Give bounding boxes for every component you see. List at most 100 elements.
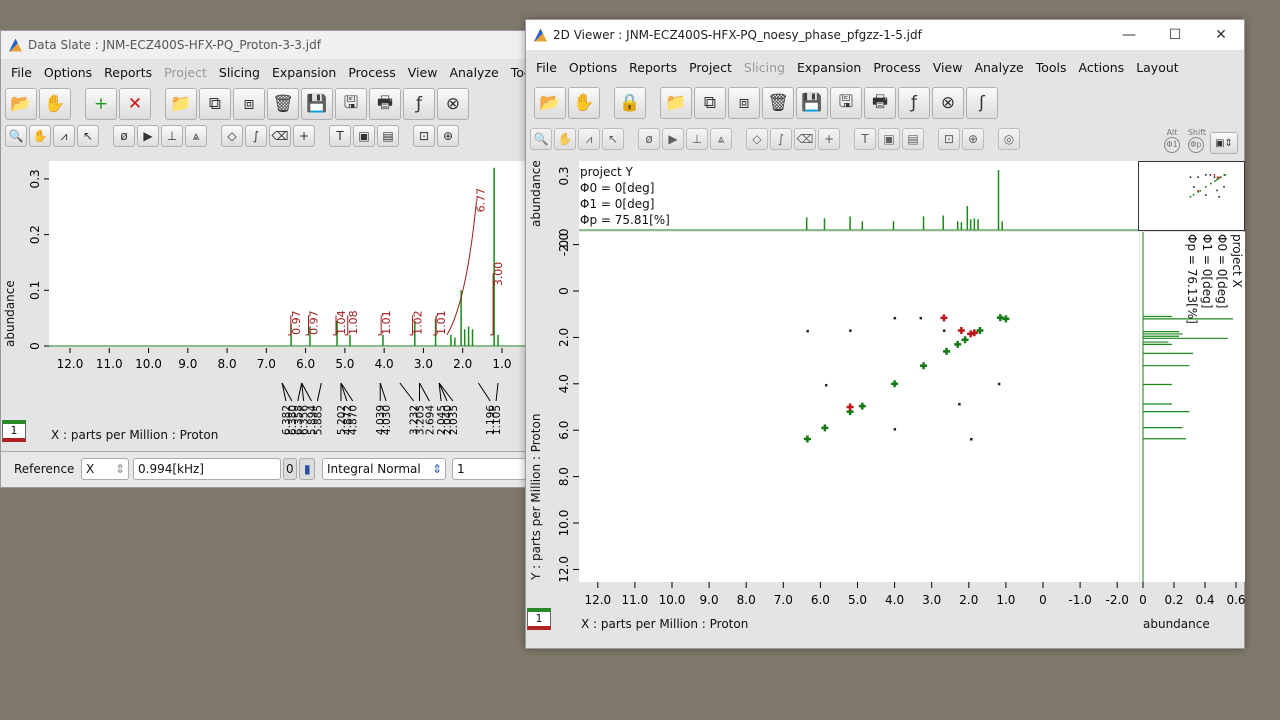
side-x-tick-label: 0.6 (1226, 593, 1245, 607)
side-x-axis-label: abundance (1143, 617, 1210, 631)
thumbnail-peak (1197, 176, 1199, 178)
cross-peak (891, 380, 899, 388)
cross-peak (920, 362, 928, 370)
y-tick-label: 0.3 (28, 169, 42, 188)
integral-label: 1.01 (380, 310, 393, 335)
thumbnail-peak (1189, 195, 1192, 198)
info-line: Φ0 = 0[deg] (580, 181, 655, 195)
multiplet-line (379, 382, 387, 402)
thumbnail-peak (1213, 174, 1216, 176)
x-tick-label: 6.0 (296, 357, 315, 371)
integral-label: 0.97 (290, 310, 303, 335)
x-tick-label: 8.0 (218, 357, 237, 371)
2d-viewer-window: 2D Viewer : JNM-ECZ400S-HFX-PQ_noesy_pha… (525, 19, 1246, 649)
thumbnail-peak (1197, 190, 1199, 192)
thumbnail-peak (1192, 193, 1195, 196)
integral-label: 1.01 (435, 310, 448, 335)
top-y-axis-label: abundance (529, 160, 543, 227)
y-tick-label: 0 (557, 287, 571, 295)
reference-label: Reference (14, 462, 75, 476)
cross-peak (849, 329, 852, 332)
x-tick-label: 7.0 (257, 357, 276, 371)
cross-peak (958, 402, 961, 406)
cross-peak (858, 402, 866, 410)
multiplet-line (340, 382, 354, 402)
integral-label: 1.08 (347, 310, 360, 335)
multiplet-line (419, 382, 430, 402)
peak-label: 2.694 (424, 405, 436, 435)
cross-peak (942, 329, 946, 332)
integral-value-input[interactable]: 1 (452, 458, 532, 480)
y-tick-label: 0.2 (28, 225, 42, 244)
x-tick-label: 9.0 (178, 357, 197, 371)
thumbnail-peak (1205, 194, 1207, 196)
slot-indicator[interactable]: 1 (527, 608, 551, 630)
thumbnail-peak (1216, 176, 1219, 178)
data-slate-window: Data Slate : JNM-ECZ400S-HFX-PQ_Proton-3… (0, 30, 599, 488)
cross-peak (803, 435, 811, 443)
info-line: Φp = 75.81[%] (580, 213, 670, 227)
spectrum-svg: 12.0 11.0 10.0 9.0 8.0 7.0 6.0 5.0 4.0 3.0 2.0 1.0 0… (28, 167, 526, 435)
cross-peak (970, 438, 973, 441)
integral-label: 3.00 (492, 262, 505, 287)
reference-input[interactable]: 0.994[kHz] (133, 458, 281, 480)
reference-bar: Reference X ⇕ 0.994[kHz] 0 ▮ Integral Nor… (1, 451, 532, 487)
axis-select-value: X (86, 462, 95, 476)
multiplet-line (340, 382, 348, 402)
top-y-tick-label: 0.3 (557, 166, 571, 185)
cross-peak (919, 316, 923, 320)
thumbnail-peak (1213, 176, 1216, 178)
y-tick-label: 6.0 (557, 421, 571, 440)
x-tick-label: 5.0 (848, 593, 867, 607)
y-tick-label: 12.0 (557, 556, 571, 583)
peak-label: 5.885 (312, 405, 324, 435)
y-tick-label: 8.0 (557, 467, 571, 486)
reference-tool-button[interactable]: ▮ (299, 458, 315, 480)
cross-peak (846, 403, 854, 411)
info-line: project Y (580, 165, 633, 179)
cross-peak (806, 329, 809, 333)
cross-peak (893, 316, 897, 320)
x-tick-label: 10.0 (135, 357, 162, 371)
zero-button[interactable]: 0 (283, 458, 297, 480)
integral-mode-select[interactable]: Integral Normal ⇕ (322, 458, 446, 480)
side-x-tick-label: 0.4 (1195, 593, 1214, 607)
info-line: Φ0 = 0[deg] (1215, 234, 1229, 309)
info-line: Φp = 76.13[%] (1185, 234, 1199, 324)
2d-svg: 12.0 11.0 10.0 9.0 8.0 7.0 6.0 5.0 4.0 3.0 2.0 1.0 0… (557, 166, 1246, 607)
x-tick-label: 4.0 (375, 357, 394, 371)
cross-peak (957, 326, 965, 334)
cross-peak (1002, 315, 1010, 323)
x-tick-label: 12.0 (57, 357, 84, 371)
side-x-tick-label: 0.2 (1164, 593, 1183, 607)
x-tick-label: 1.0 (492, 357, 511, 371)
thumbnail-peak (1224, 174, 1227, 176)
y-tick-label: 0 (28, 342, 42, 350)
slot-indicator[interactable]: 1 (2, 420, 26, 442)
thumbnail-peak (1209, 174, 1212, 176)
thumbnail-peak (1223, 186, 1225, 188)
axis-select[interactable]: X ⇕ (81, 458, 129, 480)
cross-peak (961, 336, 969, 344)
y-tick-label: 0.1 (28, 281, 42, 300)
y-tick-label: 10.0 (557, 510, 571, 537)
x-tick-label: 9.0 (700, 593, 719, 607)
x-tick-label: 2.0 (959, 593, 978, 607)
spinner-icon: ⇕ (114, 462, 125, 476)
top-y-tick-label: 0.0 (557, 228, 571, 247)
x-tick-label: 3.0 (414, 357, 433, 371)
thumbnail-peak (1210, 182, 1212, 185)
peak-label: 1.105 (491, 405, 503, 435)
thumbnail-peak (1205, 174, 1207, 176)
info-line: Φ1 = 0[deg] (580, 197, 655, 211)
spinner-icon: ⇕ (431, 462, 442, 476)
x-tick-label: 0 (1039, 593, 1047, 607)
vial-icon: ▮ (304, 462, 311, 476)
integral-label: 1.02 (412, 310, 425, 335)
thumbnail-peak (1219, 176, 1222, 178)
x-tick-label: 6.0 (811, 593, 830, 607)
x-tick-label: 3.0 (922, 593, 941, 607)
cross-peak (997, 382, 1001, 386)
x-tick-label: 4.0 (885, 593, 904, 607)
x-tick-label: 12.0 (584, 593, 611, 607)
